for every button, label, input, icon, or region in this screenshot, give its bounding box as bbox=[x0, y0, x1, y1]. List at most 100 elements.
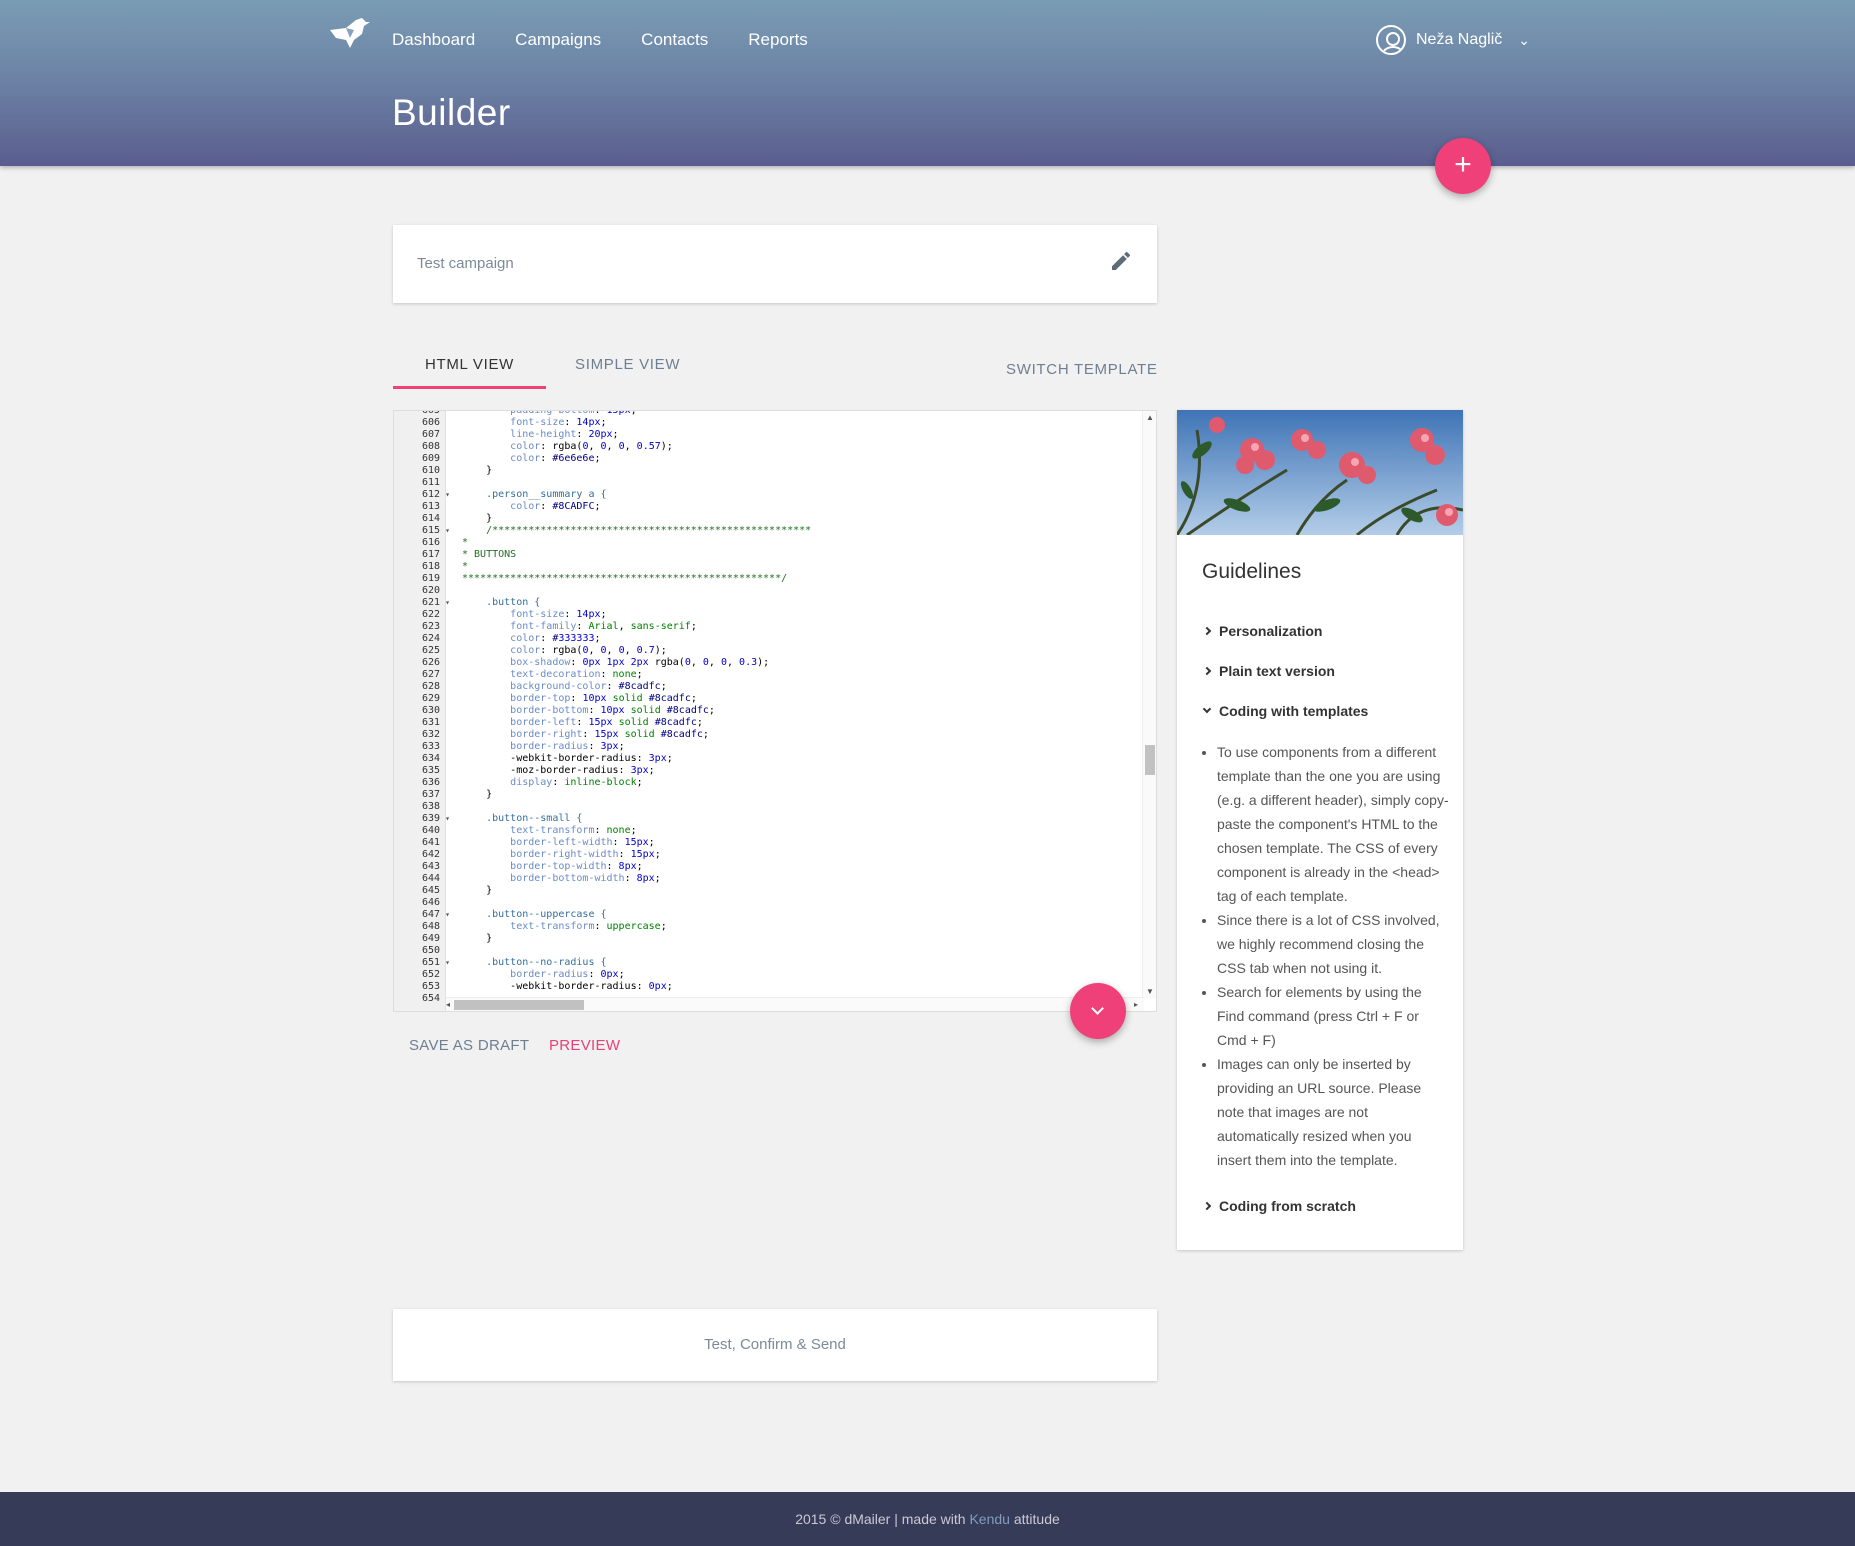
code-text[interactable]: display: inline-block; bbox=[446, 777, 642, 789]
vertical-scroll-thumb[interactable] bbox=[1145, 745, 1155, 775]
code-text[interactable] bbox=[446, 897, 462, 909]
code-line[interactable]: 639 .button--small { bbox=[394, 813, 1136, 825]
preview-button[interactable]: PREVIEW bbox=[549, 1037, 620, 1054]
code-text[interactable]: font-family: Arial, sans-serif; bbox=[446, 621, 697, 633]
code-line[interactable]: 644 border-bottom-width: 8px; bbox=[394, 873, 1136, 885]
code-text[interactable]: border-radius: 0px; bbox=[446, 969, 624, 981]
code-text[interactable]: } bbox=[446, 465, 492, 477]
code-line[interactable]: 636 display: inline-block; bbox=[394, 777, 1136, 789]
code-text[interactable]: } bbox=[446, 789, 492, 801]
nav-reports[interactable]: Reports bbox=[748, 30, 808, 50]
code-line[interactable]: 653 -webkit-border-radius: 0px; bbox=[394, 981, 1136, 993]
code-text[interactable]: line-height: 20px; bbox=[446, 429, 618, 441]
code-line[interactable]: 647 .button--uppercase { bbox=[394, 909, 1136, 921]
code-line[interactable]: 614 } bbox=[394, 513, 1136, 525]
chevron-down-fab-button[interactable] bbox=[1070, 983, 1126, 1039]
code-text[interactable]: border-bottom: 10px solid #8cadfc; bbox=[446, 705, 715, 717]
code-text[interactable] bbox=[446, 801, 462, 813]
code-line[interactable]: 652 border-radius: 0px; bbox=[394, 969, 1136, 981]
scroll-down-icon[interactable]: ▼ bbox=[1146, 987, 1154, 996]
code-text[interactable]: border-left: 15px solid #8cadfc; bbox=[446, 717, 703, 729]
code-line[interactable]: 613 color: #8CADFC; bbox=[394, 501, 1136, 513]
code-text[interactable]: color: rgba(0, 0, 0, 0.7); bbox=[446, 645, 667, 657]
code-text[interactable]: padding-bottom: 15px; bbox=[446, 411, 636, 417]
test-confirm-send-button[interactable]: Test, Confirm & Send bbox=[393, 1309, 1157, 1381]
code-text[interactable]: border-top-width: 8px; bbox=[446, 861, 642, 873]
horizontal-scroll-thumb[interactable] bbox=[454, 1000, 584, 1010]
vertical-scrollbar[interactable]: ▲ ▼ bbox=[1142, 411, 1156, 999]
code-line[interactable]: 638 bbox=[394, 801, 1136, 813]
code-line[interactable]: 609 color: #6e6e6e; bbox=[394, 453, 1136, 465]
code-line[interactable]: 612 .person__summary a { bbox=[394, 489, 1136, 501]
code-text[interactable]: * bbox=[446, 537, 468, 549]
code-line[interactable]: 605 padding-bottom: 15px; bbox=[394, 411, 1136, 417]
nav-campaigns[interactable]: Campaigns bbox=[515, 30, 601, 50]
code-text[interactable]: font-size: 14px; bbox=[446, 609, 606, 621]
code-text[interactable] bbox=[446, 945, 462, 957]
code-line[interactable]: 634 -webkit-border-radius: 3px; bbox=[394, 753, 1136, 765]
code-editor[interactable]: 605 padding-bottom: 15px; 606 font-size: … bbox=[393, 410, 1157, 1012]
code-line[interactable]: 620 bbox=[394, 585, 1136, 597]
code-line[interactable]: 619 *************************************… bbox=[394, 573, 1136, 585]
code-text[interactable]: color: #8CADFC; bbox=[446, 501, 600, 513]
code-text[interactable]: * bbox=[446, 561, 468, 573]
code-text[interactable]: .button--no-radius { bbox=[446, 957, 606, 969]
save-as-draft-button[interactable]: SAVE AS DRAFT bbox=[409, 1037, 529, 1054]
code-text[interactable]: border-radius: 3px; bbox=[446, 741, 624, 753]
code-text[interactable]: .button { bbox=[446, 597, 540, 609]
code-lines[interactable]: 605 padding-bottom: 15px; 606 font-size: … bbox=[394, 411, 1136, 1005]
code-text[interactable]: * BUTTONS bbox=[446, 549, 516, 561]
nav-dashboard[interactable]: Dashboard bbox=[392, 30, 475, 50]
code-line[interactable]: 610 } bbox=[394, 465, 1136, 477]
scroll-right-icon[interactable]: ▸ bbox=[1134, 1000, 1138, 1009]
code-text[interactable]: border-left-width: 15px; bbox=[446, 837, 655, 849]
accordion-coding-with-templates[interactable]: Coding with templates bbox=[1202, 703, 1368, 719]
code-text[interactable]: /***************************************… bbox=[446, 525, 811, 537]
code-line[interactable]: 643 border-top-width: 8px; bbox=[394, 861, 1136, 873]
code-line[interactable]: 637 } bbox=[394, 789, 1136, 801]
code-text[interactable]: } bbox=[446, 933, 492, 945]
add-fab-button[interactable]: + bbox=[1435, 138, 1491, 194]
code-line[interactable]: 635 -moz-border-radius: 3px; bbox=[394, 765, 1136, 777]
code-line[interactable]: 628 background-color: #8cadfc; bbox=[394, 681, 1136, 693]
code-text[interactable]: .button--small { bbox=[446, 813, 582, 825]
scroll-up-icon[interactable]: ▲ bbox=[1146, 413, 1154, 422]
code-line[interactable]: 618 * bbox=[394, 561, 1136, 573]
code-line[interactable]: 640 text-transform: none; bbox=[394, 825, 1136, 837]
accordion-personalization[interactable]: Personalization bbox=[1202, 623, 1322, 639]
scroll-left-icon[interactable]: ◂ bbox=[446, 1000, 450, 1009]
code-line[interactable]: 616 * bbox=[394, 537, 1136, 549]
code-line[interactable]: 633 border-radius: 3px; bbox=[394, 741, 1136, 753]
code-text[interactable]: color: rgba(0, 0, 0, 0.57); bbox=[446, 441, 673, 453]
code-text[interactable]: border-top: 10px solid #8cadfc; bbox=[446, 693, 697, 705]
accordion-coding-from-scratch[interactable]: Coding from scratch bbox=[1202, 1198, 1356, 1214]
code-text[interactable]: color: #6e6e6e; bbox=[446, 453, 600, 465]
code-text[interactable]: -webkit-border-radius: 3px; bbox=[446, 753, 673, 765]
code-text[interactable]: -moz-border-radius: 3px; bbox=[446, 765, 655, 777]
code-line[interactable]: 608 color: rgba(0, 0, 0, 0.57); bbox=[394, 441, 1136, 453]
code-line[interactable]: 646 bbox=[394, 897, 1136, 909]
code-line[interactable]: 649 } bbox=[394, 933, 1136, 945]
code-line[interactable]: 650 bbox=[394, 945, 1136, 957]
code-text[interactable]: -webkit-border-radius: 0px; bbox=[446, 981, 673, 993]
code-line[interactable]: 621 .button { bbox=[394, 597, 1136, 609]
code-text[interactable]: font-size: 14px; bbox=[446, 417, 606, 429]
code-line[interactable]: 625 color: rgba(0, 0, 0, 0.7); bbox=[394, 645, 1136, 657]
code-line[interactable]: 631 border-left: 15px solid #8cadfc; bbox=[394, 717, 1136, 729]
code-line[interactable]: 615 /***********************************… bbox=[394, 525, 1136, 537]
code-line[interactable]: 606 font-size: 14px; bbox=[394, 417, 1136, 429]
code-line[interactable]: 607 line-height: 20px; bbox=[394, 429, 1136, 441]
code-text[interactable]: .button--uppercase { bbox=[446, 909, 606, 921]
bird-logo-icon[interactable] bbox=[328, 16, 372, 50]
code-text[interactable]: text-transform: none; bbox=[446, 825, 636, 837]
code-line[interactable]: 611 bbox=[394, 477, 1136, 489]
code-line[interactable]: 622 font-size: 14px; bbox=[394, 609, 1136, 621]
pencil-icon[interactable] bbox=[1109, 249, 1133, 273]
code-text[interactable]: ****************************************… bbox=[446, 573, 787, 585]
code-text[interactable]: border-right-width: 15px; bbox=[446, 849, 661, 861]
tab-html-view[interactable]: HTML VIEW bbox=[393, 356, 546, 373]
code-text[interactable]: } bbox=[446, 513, 492, 525]
code-text[interactable]: color: #333333; bbox=[446, 633, 600, 645]
code-text[interactable]: text-transform: uppercase; bbox=[446, 921, 667, 933]
code-text[interactable]: text-decoration: none; bbox=[446, 669, 642, 681]
